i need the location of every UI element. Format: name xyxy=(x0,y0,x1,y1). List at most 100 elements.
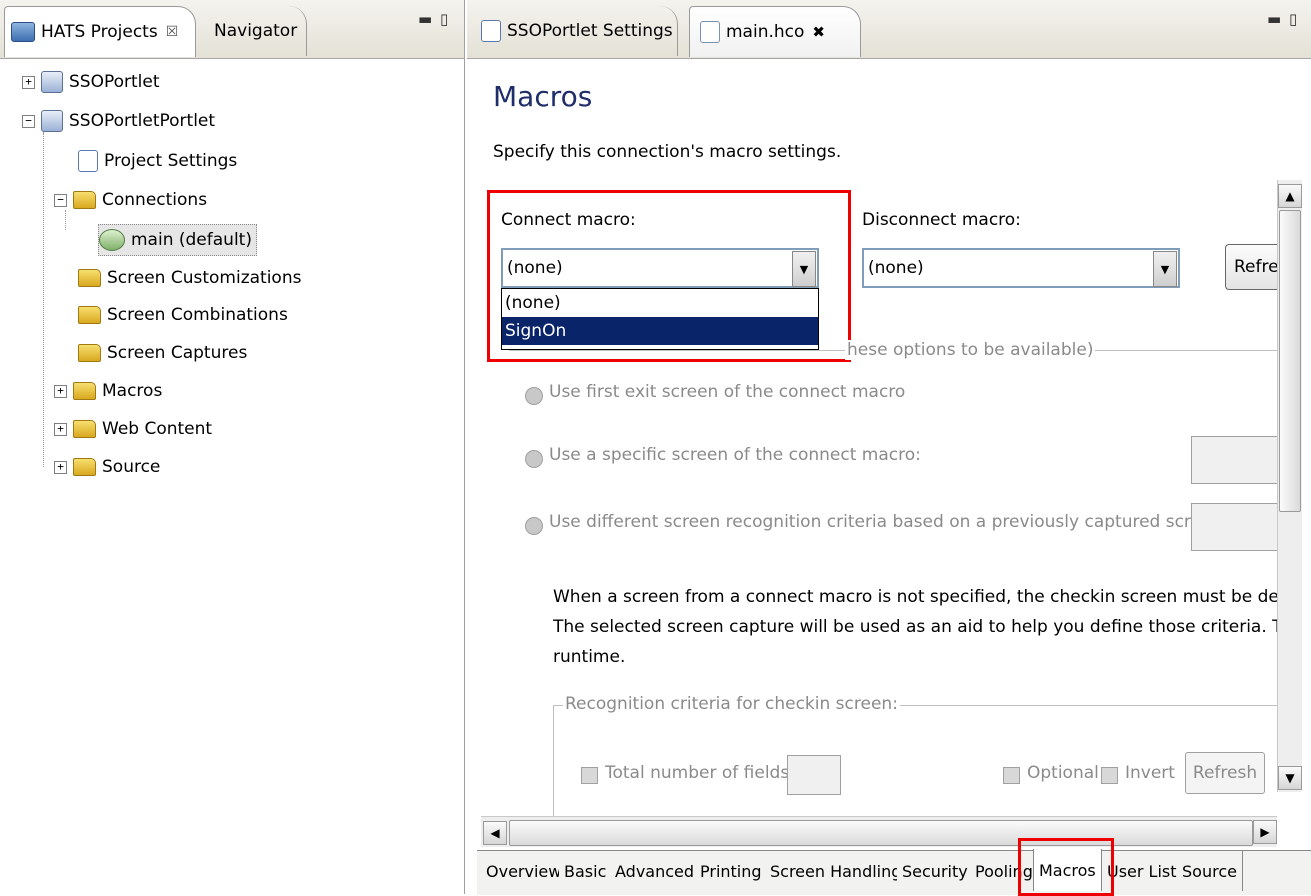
tree-item-main-default[interactable]: main (default) xyxy=(98,224,257,256)
expand-icon[interactable]: + xyxy=(54,460,67,474)
tab-security[interactable]: Security xyxy=(897,851,974,891)
horizontal-scrollbar[interactable]: ◀ xyxy=(481,816,1277,847)
tab-hats-projects-label: HATS Projects xyxy=(41,22,158,42)
tab-hats-projects[interactable]: HATS Projects ☒ xyxy=(4,6,196,57)
folder-icon xyxy=(73,191,96,209)
maximize-icon[interactable]: ▯ xyxy=(440,10,448,28)
tab-source[interactable]: Source xyxy=(1177,851,1243,891)
radio-different-criteria[interactable] xyxy=(525,517,543,535)
tree-item-label: Screen Combinations xyxy=(107,305,288,325)
expand-icon[interactable]: + xyxy=(54,422,67,436)
folder-icon xyxy=(78,344,101,362)
tree-item-screen-captures[interactable]: Screen Captures xyxy=(78,338,247,368)
tree-item-project-settings[interactable]: Project Settings xyxy=(78,146,237,176)
connection-editor: SSOPortlet Settings main.hco ✖ ▬ ▯ Macro… xyxy=(467,0,1311,896)
tab-user-list[interactable]: User List xyxy=(1102,851,1183,891)
scroll-up-icon[interactable]: ▲ xyxy=(1278,184,1302,208)
refresh-criteria-button[interactable]: Refresh xyxy=(1185,752,1265,794)
refresh-button[interactable]: Refre xyxy=(1225,244,1285,290)
tree-item-macros[interactable]: + Macros xyxy=(54,376,162,406)
tree-item-web-content[interactable]: + Web Content xyxy=(54,414,212,444)
settings-icon xyxy=(481,20,501,42)
hats-projects-icon xyxy=(11,22,35,42)
vertical-scrollbar[interactable]: ▲ ▼ xyxy=(1277,180,1302,792)
close-icon[interactable]: ✖ xyxy=(812,23,825,41)
total-fields-label: Total number of fields: xyxy=(605,763,795,783)
tab-printing[interactable]: Printing xyxy=(695,851,768,891)
tab-main-hco[interactable]: main.hco ✖ xyxy=(689,6,861,57)
left-tab-bar: HATS Projects ☒ Navigator ▬ ▯ xyxy=(0,0,464,59)
project-icon xyxy=(41,71,63,93)
collapse-icon[interactable]: − xyxy=(22,114,35,128)
close-icon[interactable]: ☒ xyxy=(166,24,179,40)
folder-icon xyxy=(78,306,101,324)
tree-item-label: Project Settings xyxy=(104,151,238,171)
total-fields-checkbox[interactable] xyxy=(581,767,598,784)
info-line: The selected screen capture will be used… xyxy=(553,617,1277,637)
tab-overview[interactable]: Overview xyxy=(481,851,568,891)
tab-label: SSOPortlet Settings xyxy=(507,21,673,41)
tree-item-screen-combinations[interactable]: Screen Combinations xyxy=(78,300,288,330)
tree-item-label: SSOPortletPortlet xyxy=(69,111,216,131)
tab-advanced[interactable]: Advanced xyxy=(610,851,701,891)
hco-file-icon xyxy=(700,21,720,43)
hats-projects-view: HATS Projects ☒ Navigator ▬ ▯ + SSOPortl… xyxy=(0,0,465,894)
radio-different-criteria-label: Use different screen recognition criteri… xyxy=(549,512,1228,532)
tree-item-ssoportlet[interactable]: + SSOPortlet xyxy=(22,67,160,97)
minimize-icon[interactable]: ▬ xyxy=(418,10,432,28)
maximize-icon[interactable]: ▯ xyxy=(1289,10,1297,28)
project-icon xyxy=(41,110,63,132)
captured-screen-field[interactable] xyxy=(1191,503,1283,551)
invert-label: Invert xyxy=(1125,763,1175,783)
scroll-down-icon[interactable]: ▼ xyxy=(1278,766,1302,790)
optional-checkbox[interactable] xyxy=(1003,767,1020,784)
tree-item-screen-customizations[interactable]: Screen Customizations xyxy=(78,263,301,293)
specific-screen-field[interactable] xyxy=(1191,436,1283,484)
project-tree: + SSOPortlet − SSOPortletPortlet Project… xyxy=(0,60,464,890)
folder-icon xyxy=(78,269,101,287)
radio-first-exit[interactable] xyxy=(525,387,543,405)
disconnect-macro-value: (none) xyxy=(868,258,924,278)
horizontal-scroll-thumb[interactable] xyxy=(509,820,1253,846)
radio-specific-screen[interactable] xyxy=(525,450,543,468)
checkin-group-label: hese options to be available) xyxy=(845,340,1096,360)
total-fields-input[interactable] xyxy=(787,755,841,795)
radio-first-exit-label: Use first exit screen of the connect mac… xyxy=(549,382,906,402)
info-line: runtime. xyxy=(553,647,626,667)
tab-basic[interactable]: Basic xyxy=(559,851,613,891)
disconnect-macro-combo[interactable]: (none) ▼ xyxy=(862,248,1180,288)
optional-label: Optional xyxy=(1027,763,1099,783)
minimize-icon[interactable]: ▬ xyxy=(1267,10,1281,28)
folder-icon xyxy=(73,382,96,400)
radio-specific-screen-label: Use a specific screen of the connect mac… xyxy=(549,445,921,465)
chevron-down-icon[interactable]: ▼ xyxy=(1153,251,1177,287)
connection-icon xyxy=(99,229,125,251)
folder-icon xyxy=(73,420,96,438)
vertical-scroll-thumb[interactable] xyxy=(1279,210,1301,512)
tree-item-label: Screen Captures xyxy=(107,343,248,363)
tab-navigator-label: Navigator xyxy=(214,21,298,41)
page-title: Macros xyxy=(493,80,593,113)
tree-item-source[interactable]: + Source xyxy=(54,452,160,482)
info-text: When a screen from a connect macro is no… xyxy=(553,582,1277,672)
editor-tab-bar: SSOPortlet Settings main.hco ✖ ▬ ▯ xyxy=(467,0,1311,59)
invert-checkbox[interactable] xyxy=(1101,767,1118,784)
tab-navigator[interactable]: Navigator xyxy=(200,6,307,56)
tree-item-label: Screen Customizations xyxy=(107,268,302,288)
highlight-box-connect-macro xyxy=(487,190,851,362)
tree-item-label: Web Content xyxy=(102,419,213,439)
recognition-group-label: Recognition criteria for checkin screen: xyxy=(563,694,900,714)
scroll-left-icon[interactable]: ◀ xyxy=(483,821,507,845)
collapse-icon[interactable]: − xyxy=(54,193,67,207)
expand-icon[interactable]: + xyxy=(54,384,67,398)
scroll-right-icon[interactable]: ▶ xyxy=(1253,820,1277,844)
page-description: Specify this connection's macro settings… xyxy=(493,142,842,162)
tree-item-connections[interactable]: − Connections xyxy=(54,185,207,215)
tree-item-label: main (default) xyxy=(131,230,252,250)
tree-item-label: Source xyxy=(102,457,161,477)
tree-item-label: Macros xyxy=(102,381,163,401)
tree-item-ssoportletportlet[interactable]: − SSOPortletPortlet xyxy=(22,106,215,136)
expand-icon[interactable]: + xyxy=(22,75,35,89)
tab-screen-handling[interactable]: Screen Handling xyxy=(765,851,908,891)
tab-ssoportlet-settings[interactable]: SSOPortlet Settings xyxy=(475,6,678,56)
